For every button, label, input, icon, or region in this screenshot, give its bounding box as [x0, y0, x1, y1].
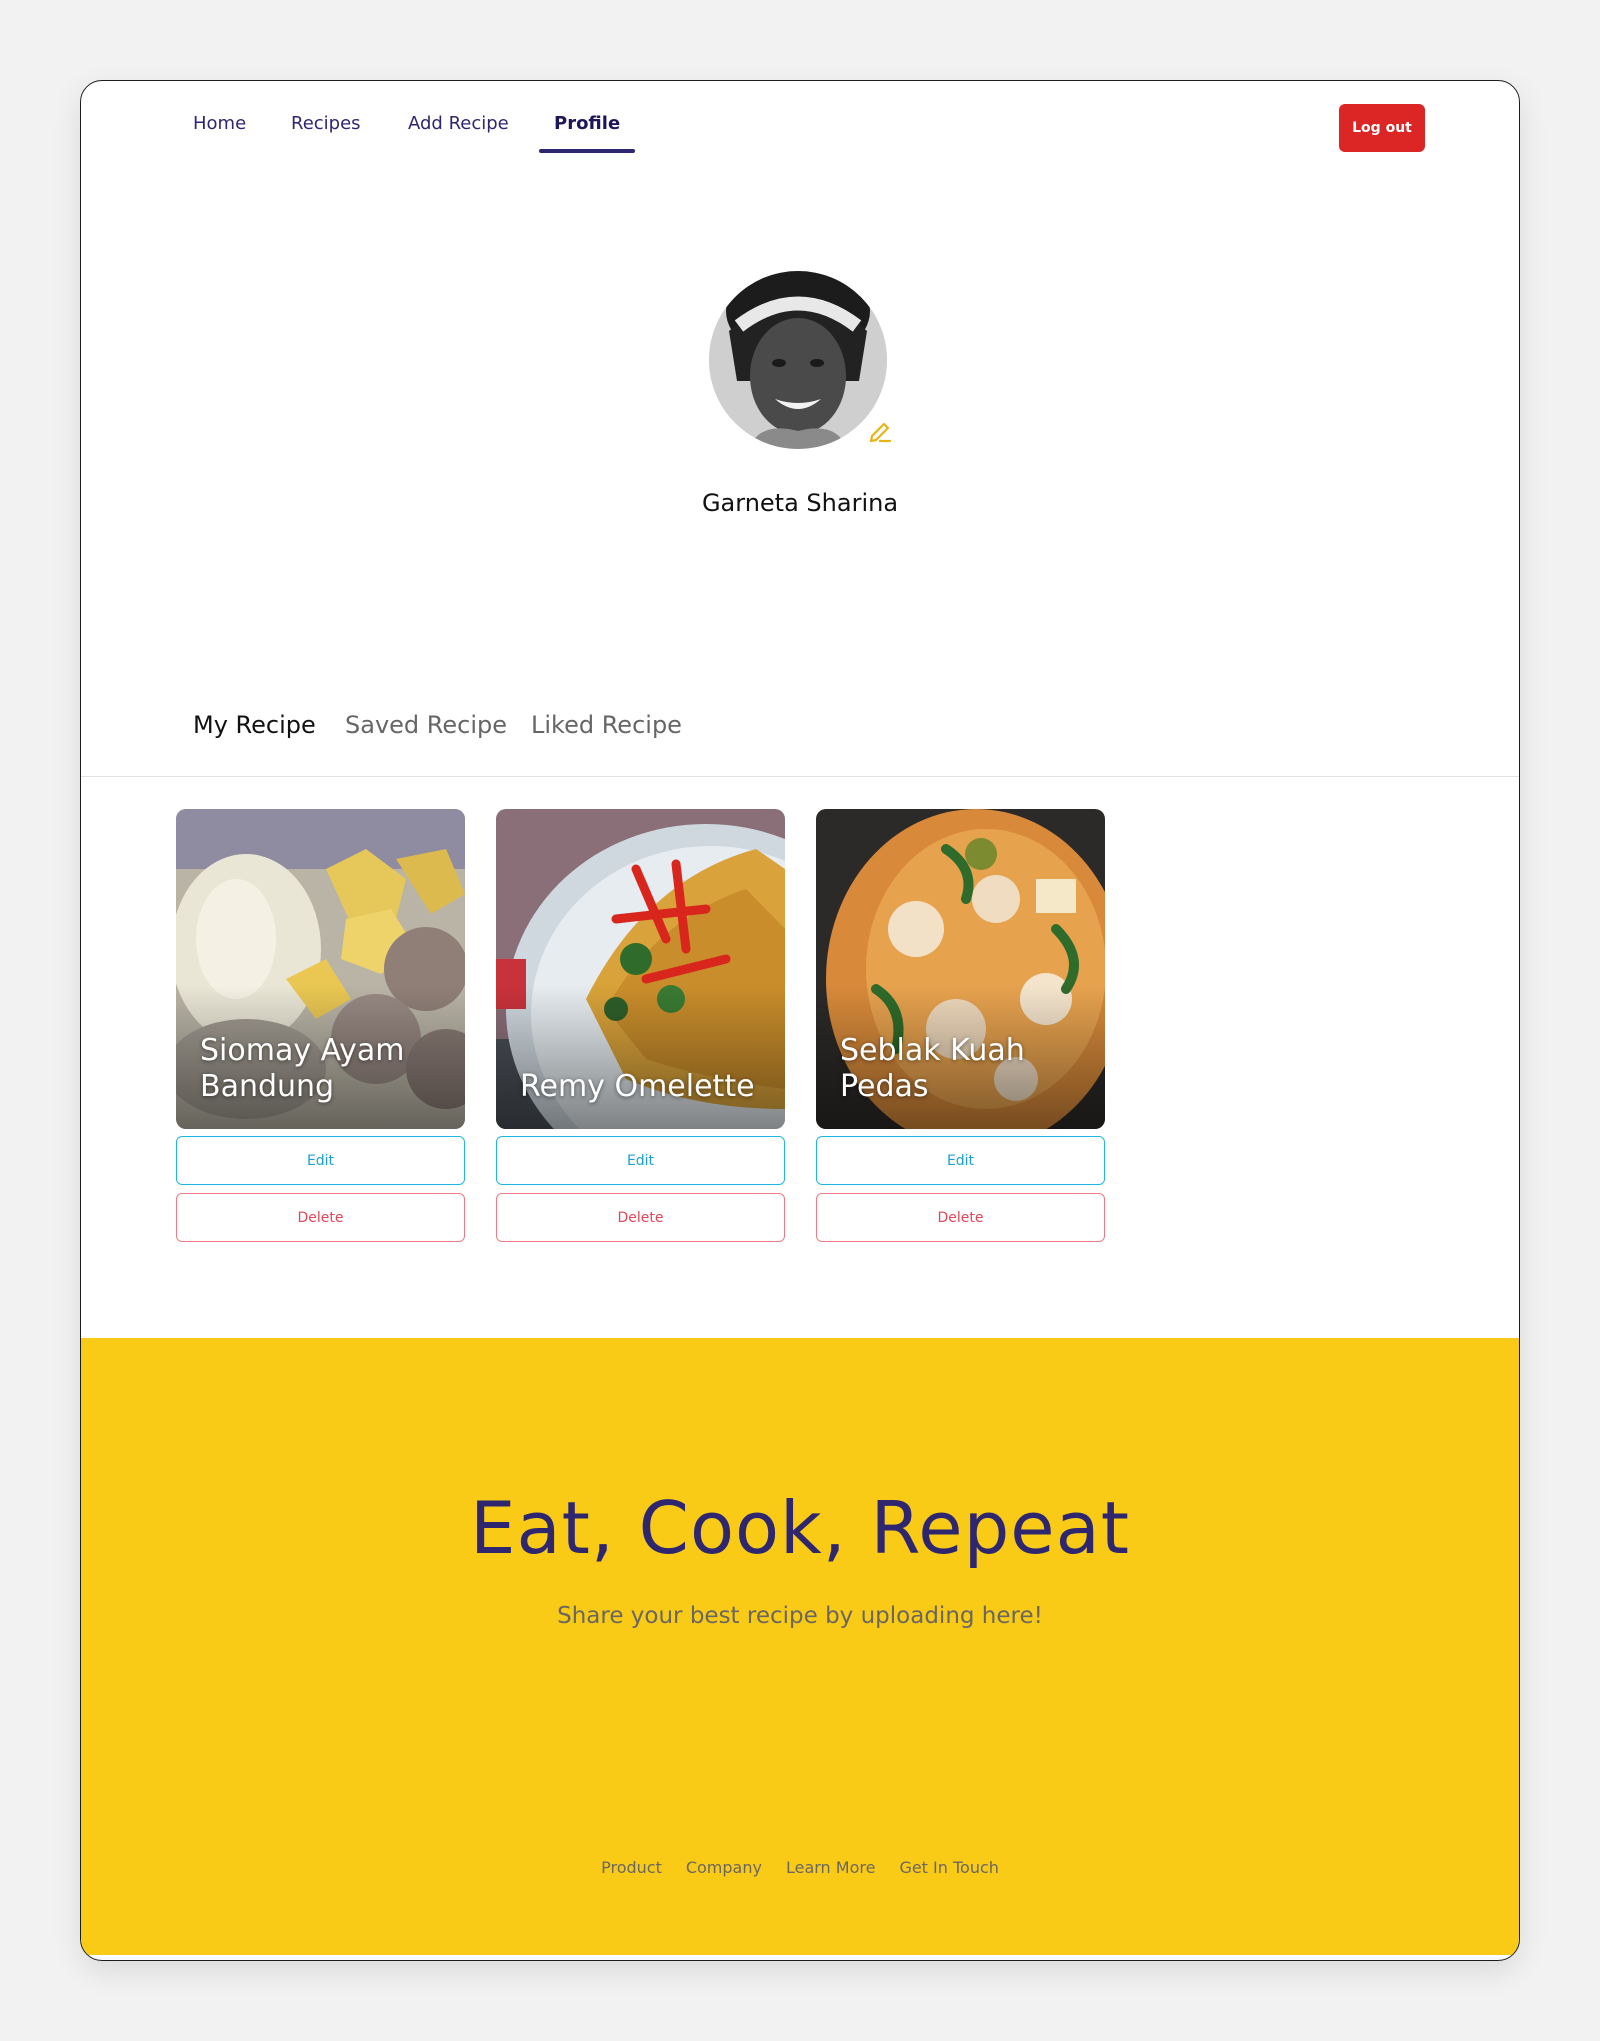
footer-link-get-in-touch[interactable]: Get In Touch: [899, 1858, 998, 1877]
recipe-card-image[interactable]: Remy Omelette: [496, 809, 785, 1129]
footer-subtitle: Share your best recipe by uploading here…: [557, 1603, 1043, 1629]
footer-links: Product Company Learn More Get In Touch: [81, 1858, 1519, 1877]
edit-button[interactable]: Edit: [816, 1136, 1105, 1185]
footer-title: Eat, Cook, Repeat: [470, 1486, 1130, 1570]
logout-button[interactable]: Log out: [1339, 104, 1425, 152]
nav-profile[interactable]: Profile: [538, 113, 636, 165]
footer: Eat, Cook, Repeat Share your best recipe…: [81, 1338, 1519, 1955]
top-nav: Home Recipes Add Recipe Profile Log out: [81, 81, 1519, 201]
pencil-icon[interactable]: [866, 416, 894, 444]
avatar: [709, 271, 887, 449]
tabs-divider: [81, 776, 1519, 777]
edit-button[interactable]: Edit: [176, 1136, 465, 1185]
recipe-card: Siomay Ayam Bandung Edit Delete: [176, 809, 465, 1242]
footer-link-learn-more[interactable]: Learn More: [786, 1858, 875, 1877]
delete-button[interactable]: Delete: [496, 1193, 785, 1242]
recipe-card: Seblak Kuah Pedas Edit Delete: [816, 809, 1105, 1242]
footer-link-product[interactable]: Product: [601, 1858, 662, 1877]
profile-avatar-section: [709, 271, 909, 471]
nav-add-recipe[interactable]: Add Recipe: [408, 113, 509, 165]
recipe-title: Seblak Kuah Pedas: [840, 1033, 1025, 1104]
nav-recipes[interactable]: Recipes: [291, 113, 361, 165]
delete-button[interactable]: Delete: [176, 1193, 465, 1242]
tab-my-recipe[interactable]: My Recipe: [193, 711, 316, 739]
delete-button[interactable]: Delete: [816, 1193, 1105, 1242]
app-window: Home Recipes Add Recipe Profile Log out: [80, 80, 1520, 1961]
edit-button[interactable]: Edit: [496, 1136, 785, 1185]
recipe-title: Siomay Ayam Bandung: [200, 1033, 405, 1104]
recipe-card: Remy Omelette Edit Delete: [496, 809, 785, 1242]
recipe-card-image[interactable]: Seblak Kuah Pedas: [816, 809, 1105, 1129]
profile-name: Garneta Sharina: [701, 489, 899, 517]
recipe-card-image[interactable]: Siomay Ayam Bandung: [176, 809, 465, 1129]
tab-saved-recipe[interactable]: Saved Recipe: [345, 711, 507, 739]
recipe-title: Remy Omelette: [520, 1069, 755, 1104]
tab-liked-recipe[interactable]: Liked Recipe: [531, 711, 682, 739]
footer-link-company[interactable]: Company: [686, 1858, 762, 1877]
nav-home[interactable]: Home: [193, 113, 246, 165]
